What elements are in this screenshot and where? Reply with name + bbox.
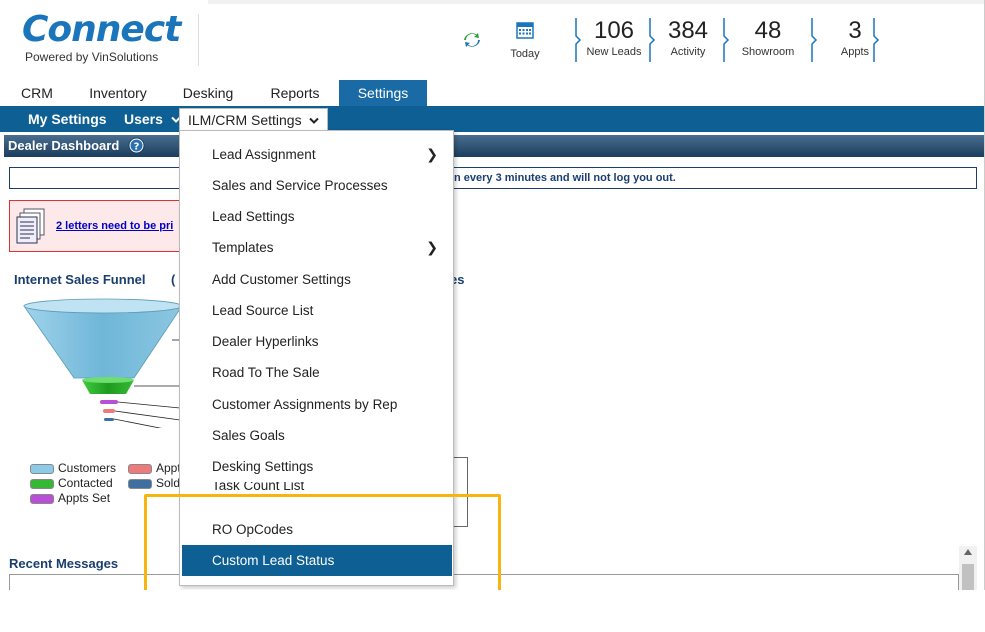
- subnav-users[interactable]: Users: [124, 106, 181, 132]
- refresh-icon[interactable]: [463, 31, 481, 49]
- menu-item-lead-source-list[interactable]: Lead Source List: [182, 295, 452, 326]
- letters-alert: 2 letters need to be pri: [9, 200, 184, 252]
- stat-value: 48: [754, 17, 782, 44]
- hidden-panel-edge: [452, 457, 468, 527]
- header: Connect Powered by VinSolutions Today 10…: [0, 0, 984, 78]
- menu-item-road-to-the-sale[interactable]: Road To The Sale: [182, 357, 452, 388]
- legend-swatch: [30, 463, 54, 474]
- dashboard-title-bar: Dealer Dashboard ?: [4, 135, 984, 157]
- top-strip: [208, 0, 984, 4]
- letters-link[interactable]: 2 letters need to be pri: [56, 220, 173, 232]
- stat-value: 106: [593, 17, 635, 44]
- stat-separator: [723, 18, 730, 62]
- menu-item-ro-opcodes[interactable]: RO OpCodes: [182, 514, 452, 545]
- logo[interactable]: Connect Powered by VinSolutions: [22, 10, 202, 70]
- stat-showroom[interactable]: 48 Showroom: [723, 16, 808, 64]
- chevron-right-icon: ❯: [426, 239, 438, 255]
- today-label: Today: [510, 48, 540, 60]
- logo-divider: [198, 14, 199, 66]
- legend-item: Appts Set: [30, 491, 110, 505]
- sales-funnel-graphic: [23, 298, 183, 428]
- stat-separator: [649, 18, 656, 62]
- logo-subtitle: Powered by VinSolutions: [25, 50, 159, 64]
- today-button[interactable]: Today: [505, 20, 545, 60]
- legend-item: Contacted: [30, 476, 113, 490]
- menu-item-dealer-hyperlinks[interactable]: Dealer Hyperlinks: [182, 326, 452, 357]
- main-tabs: CRM Inventory Desking Reports Settings: [0, 80, 984, 106]
- legend-swatch: [128, 478, 152, 489]
- stat-separator: [811, 18, 818, 62]
- ilm-crm-settings-menu: Lead Assignment ❯ Sales and Service Proc…: [179, 130, 454, 586]
- stat-separator: [575, 18, 582, 62]
- scroll-up-arrow-icon[interactable]: [964, 549, 972, 555]
- recent-messages-title: Recent Messages: [9, 556, 119, 571]
- subnav-my-settings[interactable]: My Settings: [28, 106, 107, 132]
- menu-item-lead-assignment[interactable]: Lead Assignment ❯: [182, 139, 452, 170]
- funnel-options-link[interactable]: (: [171, 272, 175, 287]
- legend-item: Sold: [128, 476, 180, 490]
- funnel-title: Internet Sales Funnel: [14, 272, 146, 287]
- tab-reports[interactable]: Reports: [262, 80, 328, 106]
- tab-crm[interactable]: CRM: [10, 80, 64, 106]
- help-icon[interactable]: ?: [128, 137, 145, 154]
- legend-label: Appts Set: [58, 491, 111, 505]
- subnav-ilm-crm-label: ILM/CRM Settings: [188, 112, 302, 128]
- menu-item-desking-settings[interactable]: Desking Settings: [182, 451, 452, 482]
- legend-swatch: [30, 493, 54, 504]
- subnav-users-label: Users: [124, 111, 163, 127]
- document-icon: [16, 208, 45, 244]
- scrollbar[interactable]: [959, 546, 977, 590]
- subnav-ilm-crm-settings[interactable]: ILM/CRM Settings: [179, 108, 329, 132]
- stat-activity[interactable]: 384 Activity: [649, 16, 724, 64]
- menu-item-lead-settings[interactable]: Lead Settings: [182, 201, 452, 232]
- recent-messages-table: [9, 574, 959, 590]
- menu-item-templates[interactable]: Templates ❯: [182, 232, 452, 263]
- app-window: Connect Powered by VinSolutions Today 10…: [0, 0, 985, 590]
- stat-value: 384: [667, 17, 709, 44]
- dashboard-title: Dealer Dashboard: [8, 138, 120, 153]
- legend-label: Contacted: [58, 476, 113, 490]
- stat-label: Activity: [670, 46, 706, 58]
- legend-item: Customers: [30, 461, 116, 475]
- legend-swatch: [128, 463, 152, 474]
- legend-item: Appt: [128, 461, 181, 475]
- menu-item-sales-goals[interactable]: Sales Goals: [182, 420, 452, 451]
- stat-appts[interactable]: 3 Appts: [811, 16, 890, 64]
- stat-label: New Leads: [586, 46, 642, 58]
- chevron-down-icon: [309, 117, 320, 124]
- settings-subnav: My Settings Users ILM/CRM Settings: [0, 106, 984, 132]
- stat-label: Showroom: [741, 46, 795, 58]
- menu-item-label: Templates: [212, 240, 274, 255]
- menu-item-label: Lead Assignment: [212, 147, 316, 162]
- stat-new-leads[interactable]: 106 New Leads: [575, 16, 650, 64]
- scroll-thumb[interactable]: [962, 564, 974, 590]
- info-bar: n every 3 minutes and will not log you o…: [9, 167, 977, 189]
- calendar-icon: [516, 22, 534, 39]
- svg-text:?: ?: [134, 142, 140, 153]
- legend-label: Appt: [156, 461, 181, 475]
- logo-text: Connect: [22, 9, 181, 50]
- menu-item-sales-service-processes[interactable]: Sales and Service Processes: [182, 170, 452, 201]
- info-text: n every 3 minutes and will not log you o…: [454, 172, 676, 184]
- chevron-right-icon: ❯: [426, 146, 438, 162]
- legend-label: Sold: [156, 476, 181, 490]
- legend-swatch: [30, 478, 54, 489]
- tab-desking[interactable]: Desking: [176, 80, 240, 106]
- menu-item-customer-assignments-by-rep[interactable]: Customer Assignments by Rep: [182, 389, 452, 420]
- menu-item-task-count-list[interactable]: Task Count List: [182, 482, 452, 502]
- tab-settings[interactable]: Settings: [339, 80, 427, 106]
- stat-separator: [873, 18, 880, 62]
- menu-item-add-customer-settings[interactable]: Add Customer Settings: [182, 264, 452, 295]
- menu-item-custom-lead-status[interactable]: Custom Lead Status: [182, 545, 452, 576]
- tab-inventory[interactable]: Inventory: [82, 80, 154, 106]
- legend-label: Customers: [58, 461, 117, 475]
